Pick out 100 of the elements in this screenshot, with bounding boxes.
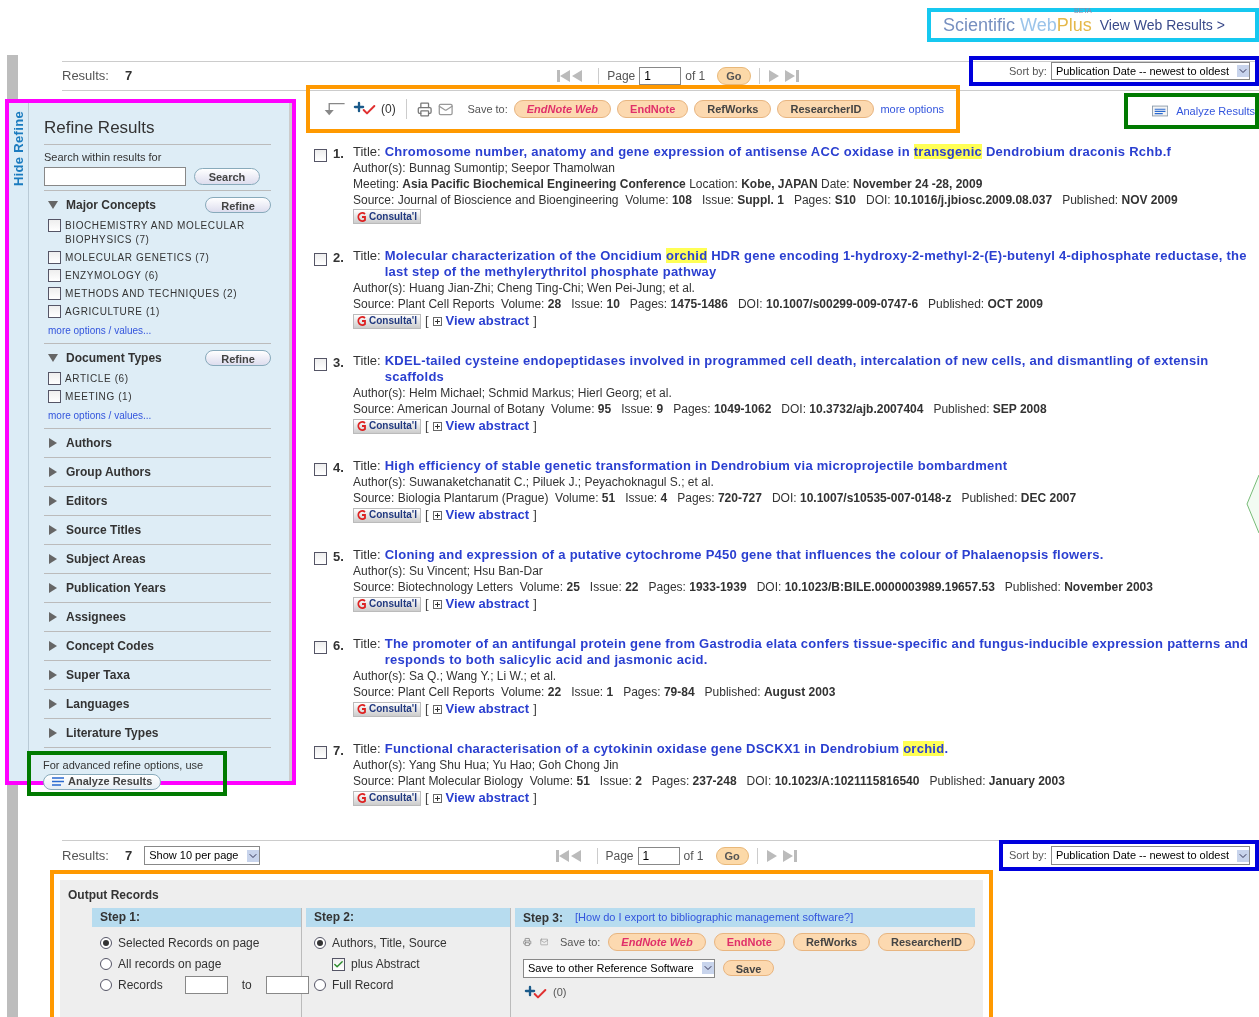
sort-select[interactable]: Publication Date -- newest to oldest — [1050, 846, 1250, 865]
radio-button[interactable] — [314, 979, 326, 991]
expand-triangle-icon[interactable] — [48, 467, 58, 477]
consult-button[interactable]: Consulta'l — [353, 209, 421, 224]
view-abstract-link[interactable]: [ View abstract ] — [424, 790, 537, 806]
radio-button[interactable] — [314, 937, 326, 949]
expand-triangle-icon[interactable] — [48, 699, 58, 709]
save-to-button[interactable]: ResearcherID — [777, 100, 875, 118]
view-abstract-link[interactable]: [ View abstract ] — [424, 507, 537, 523]
save-to-button[interactable]: RefWorks — [792, 933, 871, 951]
refine-button[interactable]: Refine — [205, 197, 271, 213]
record-title-link[interactable]: Molecular characterization of the Oncidium orchid HDR gene encoding 1-hydroxy-2-methyl-2-(E)-butenyl 4-diphosphate reductase, the last step of the methylerythritol phosphate pathway — [384, 248, 1259, 280]
expand-triangle-icon[interactable] — [48, 612, 58, 622]
facet-heading[interactable]: Source Titles — [66, 521, 142, 539]
go-button[interactable]: Go — [715, 846, 749, 865]
consult-button[interactable]: Consulta'l — [353, 418, 421, 434]
expand-icon[interactable] — [432, 316, 442, 326]
expand-icon[interactable] — [432, 599, 442, 609]
expand-triangle-icon[interactable] — [48, 641, 58, 651]
checkbox[interactable] — [314, 746, 327, 759]
expand-icon[interactable] — [432, 793, 442, 803]
facet-heading[interactable]: Literature Types — [66, 724, 159, 742]
facet-heading[interactable]: Concept Codes — [66, 637, 154, 655]
expand-triangle-icon[interactable] — [48, 438, 58, 448]
view-abstract-link[interactable]: [ View abstract ] — [424, 418, 537, 434]
expand-triangle-icon[interactable] — [48, 728, 58, 738]
checkbox[interactable] — [314, 253, 327, 266]
more-options-link[interactable]: more options / values... — [48, 323, 271, 338]
arrow-down-icon[interactable] — [322, 101, 346, 117]
search-button[interactable]: Search — [194, 168, 260, 185]
facet-heading[interactable]: Languages — [66, 695, 130, 713]
collapse-triangle-icon[interactable] — [48, 353, 58, 363]
checkbox[interactable] — [48, 372, 61, 385]
save-to-button[interactable]: ResearcherID — [878, 933, 975, 951]
checkbox[interactable] — [314, 641, 327, 654]
analyze-results-link[interactable]: Analyze Results — [1176, 102, 1255, 120]
expand-triangle-icon[interactable] — [48, 554, 58, 564]
radio-button[interactable] — [100, 958, 112, 970]
record-title-link[interactable]: Functional characterisation of a cytokinin oxidase gene DSCKX1 in Dendrobium orchid. — [384, 741, 1259, 757]
range-to-field[interactable] — [265, 976, 309, 994]
list-icon[interactable] — [1152, 105, 1169, 117]
record-title-link[interactable]: Cloning and expression of a putative cytochrome P450 gene that influences the colour of Phalaenopsis flowers. — [384, 547, 1259, 563]
checkbox[interactable] — [48, 251, 61, 264]
checkbox[interactable] — [48, 219, 61, 232]
radio-button[interactable] — [100, 979, 112, 991]
refine-button[interactable]: Refine — [205, 350, 271, 366]
checkbox[interactable] — [314, 149, 327, 162]
consult-button[interactable]: Consulta'l — [353, 596, 421, 612]
expand-triangle-icon[interactable] — [48, 496, 58, 506]
view-abstract-link[interactable]: [ View abstract ] — [424, 313, 537, 329]
consult-button[interactable]: Consulta'l — [353, 507, 421, 523]
checkbox[interactable] — [314, 463, 327, 476]
expand-triangle-icon[interactable] — [48, 583, 58, 593]
checkbox[interactable] — [48, 305, 61, 318]
consult-button[interactable]: Consulta'l — [353, 790, 421, 806]
page-input[interactable]: 1 — [637, 846, 680, 865]
more-options-link[interactable]: more options / values... — [48, 408, 271, 423]
record-title-link[interactable]: The promoter of an antifungal protein gene from Gastrodia elata confers tissue-specific and fungus-inducible expression patterns and responds to both salicylic acid and jasmonic acid. — [384, 636, 1259, 668]
view-abstract-link[interactable]: [ View abstract ] — [424, 701, 537, 717]
save-to-button[interactable]: RefWorks — [694, 100, 772, 118]
more-options-link[interactable]: more options — [880, 100, 944, 118]
view-web-results-link[interactable]: View Web Results > — [1099, 14, 1225, 36]
record-title-link[interactable]: KDEL-tailed cysteine endopeptidases involved in programmed cell death, intercalation of new cells, and dismantling of extensin scaffolds — [384, 353, 1259, 385]
facet-heading[interactable]: Super Taxa — [66, 666, 130, 684]
expand-triangle-icon[interactable] — [48, 670, 58, 680]
print-icon[interactable] — [416, 100, 433, 118]
expand-icon[interactable] — [432, 510, 442, 520]
consult-button[interactable]: Consulta'l — [353, 701, 421, 717]
range-from-field[interactable] — [184, 976, 228, 994]
per-page-select[interactable]: Show 10 per page — [144, 846, 260, 865]
analyze-results-button[interactable]: Analyze Results — [43, 773, 162, 790]
facet-heading[interactable]: Subject Areas — [66, 550, 146, 568]
go-button[interactable]: Go — [717, 67, 751, 85]
facet-heading[interactable]: Authors — [66, 434, 112, 452]
radio-button[interactable] — [100, 937, 112, 949]
reference-software-select[interactable]: Save to other Reference Software — [523, 959, 715, 978]
checkbox[interactable] — [48, 287, 61, 300]
hide-refine-tab[interactable]: Hide Refine — [8, 111, 29, 187]
record-title-link[interactable]: High efficiency of stable genetic transformation in Dendrobium via microprojectile bombardment — [384, 458, 1259, 474]
expand-icon[interactable] — [432, 421, 442, 431]
facet-heading[interactable]: Editors — [66, 492, 108, 510]
checkbox[interactable] — [314, 358, 327, 371]
facet-heading[interactable]: Group Authors — [66, 463, 151, 481]
view-abstract-link[interactable]: [ View abstract ] — [424, 596, 537, 612]
expand-icon[interactable] — [432, 704, 442, 714]
collapse-triangle-icon[interactable] — [48, 200, 58, 210]
facet-heading[interactable]: Publication Years — [66, 579, 166, 597]
page-input[interactable]: 1 — [639, 67, 682, 85]
checkbox[interactable] — [314, 552, 327, 565]
facet-heading[interactable]: Document Types — [66, 349, 162, 367]
checkbox[interactable] — [48, 269, 61, 282]
checkbox[interactable] — [332, 957, 345, 971]
search-field[interactable] — [44, 167, 186, 186]
save-button[interactable]: Save — [722, 960, 775, 977]
record-title-link[interactable]: Chromosome number, anatomy and gene expression of antisense ACC oxidase in transgenic Dendrobium draconis Rchb.f — [384, 144, 1259, 160]
consult-button[interactable]: Consulta'l — [353, 313, 421, 329]
export-help-link[interactable]: [How do I export to bibliographic management software?] — [575, 909, 854, 926]
sort-select[interactable]: Publication Date -- newest to oldest — [1050, 61, 1250, 81]
facet-heading[interactable]: Major Concepts — [66, 196, 156, 214]
checkbox[interactable] — [48, 390, 61, 403]
